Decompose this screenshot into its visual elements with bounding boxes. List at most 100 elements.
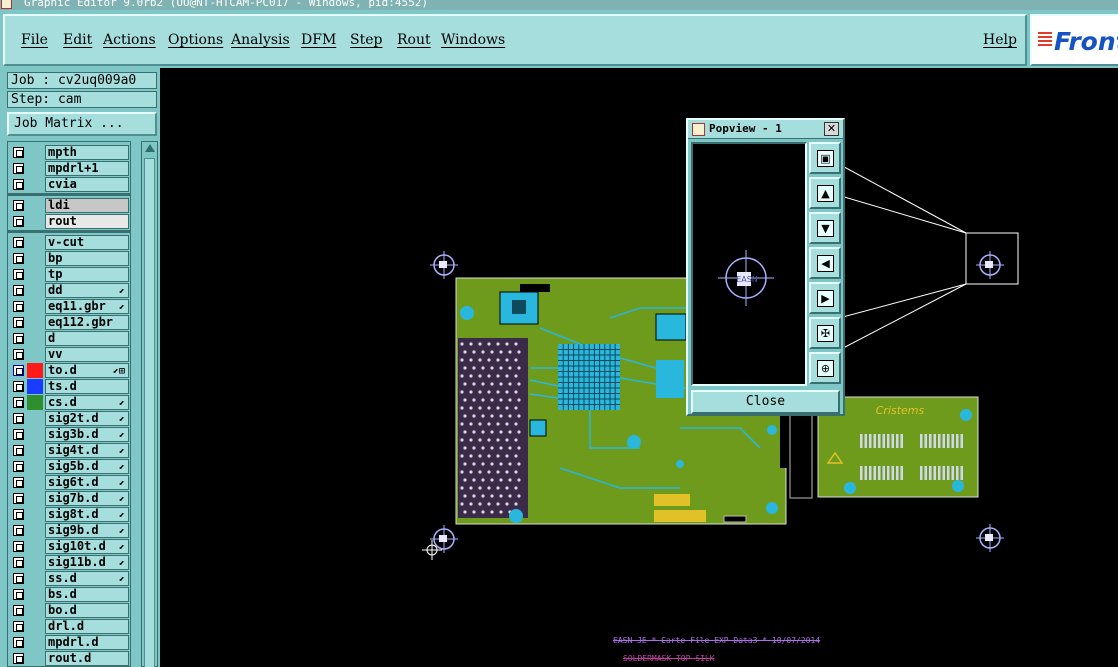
graphic-canvas[interactable]: Cristems EASN JE * Carte File EXP Data3 … [160,68,1118,667]
layer-affected-checkbox[interactable] [13,397,24,408]
menu-rout[interactable]: Rout [397,32,431,48]
layer-affected-checkbox[interactable] [13,477,24,488]
layer-row[interactable]: drl.d [8,619,130,634]
layer-row[interactable]: sig10t.d ⬋ [8,539,130,554]
popview-close-x-button[interactable]: ✕ [824,122,839,136]
layer-name[interactable]: cs.d ⬋ [45,395,129,410]
layer-name[interactable]: sig7b.d ⬋ [45,491,129,506]
layer-name[interactable]: sig11b.d ⬋ [45,555,129,570]
layer-name[interactable]: ss.d ⬋ [45,571,129,586]
layer-color-swatch[interactable] [27,363,43,378]
layer-affected-checkbox[interactable] [13,509,24,520]
menu-windows[interactable]: Windows [441,32,505,48]
layer-row[interactable]: rout.d [8,651,130,666]
layer-row[interactable]: sig6t.d ⬋ [8,475,130,490]
layer-row[interactable]: sig5b.d ⬋ [8,459,130,474]
layer-name[interactable]: vv [45,347,129,362]
layer-name[interactable]: sig5b.d ⬋ [45,459,129,474]
layer-name[interactable]: sig3b.d ⬋ [45,427,129,442]
layer-affected-checkbox[interactable] [13,605,24,616]
menu-help[interactable]: Help [983,32,1017,48]
layer-row[interactable]: eq112.gbr [8,315,130,330]
layer-affected-checkbox[interactable] [13,253,24,264]
pan-right-button[interactable]: ▶ [809,282,841,314]
layer-affected-checkbox[interactable] [13,269,24,280]
layer-affected-checkbox[interactable] [13,445,24,456]
scrollbar-thumb[interactable] [144,158,155,667]
layer-affected-checkbox[interactable] [13,541,24,552]
layer-row[interactable]: dd ⬋ [8,283,130,298]
menu-dfm[interactable]: DFM [301,32,336,48]
job-matrix-button[interactable]: Job Matrix ... [7,112,157,136]
zoom-out-button[interactable]: ✠ [809,317,841,349]
layer-affected-checkbox[interactable] [13,333,24,344]
layer-name[interactable]: sig10t.d ⬋ [45,539,129,554]
scroll-up-arrow-icon[interactable] [145,144,155,152]
layer-name[interactable]: sig2t.d ⬋ [45,411,129,426]
layer-name[interactable]: to.d ⬋⊞ [45,363,129,378]
layer-name[interactable]: drl.d [45,619,129,634]
layer-row[interactable]: ts.d [8,379,130,394]
layer-name[interactable]: bp [45,251,129,266]
layer-row[interactable]: sig7b.d ⬋ [8,491,130,506]
layer-row[interactable]: rout [8,214,130,229]
layer-name[interactable]: sig6t.d ⬋ [45,475,129,490]
layer-name[interactable]: cvia [45,177,129,192]
layer-affected-checkbox[interactable] [13,413,24,424]
layer-affected-checkbox[interactable] [13,525,24,536]
layer-color-swatch[interactable] [27,379,43,394]
layer-name[interactable]: d [45,331,129,346]
popview-viewport[interactable]: EASN [691,142,807,386]
pan-up-button[interactable]: ▲ [809,177,841,209]
layer-affected-checkbox[interactable] [13,200,24,211]
layer-affected-checkbox[interactable] [13,573,24,584]
layer-row[interactable]: sig11b.d ⬋ [8,555,130,570]
pan-left-button[interactable]: ◀ [809,247,841,279]
layer-name[interactable]: mpdrl+1 [45,161,129,176]
layer-affected-checkbox[interactable] [13,653,24,664]
layer-name[interactable]: bs.d [45,587,129,602]
layer-affected-checkbox[interactable] [13,589,24,600]
layer-affected-checkbox[interactable] [13,237,24,248]
pan-down-button[interactable]: ▼ [809,212,841,244]
layer-row[interactable]: mpth [8,145,130,160]
layer-affected-checkbox[interactable] [13,557,24,568]
layer-affected-checkbox[interactable] [13,349,24,360]
layer-name[interactable]: rout.d [45,651,129,666]
layer-list-scrollbar[interactable] [141,141,158,667]
layer-affected-checkbox[interactable] [13,429,24,440]
zoom-fit-button[interactable]: ▣ [809,142,841,174]
layer-row[interactable]: mpdrl+1 [8,161,130,176]
popview-close-button[interactable]: Close [691,390,840,414]
layer-affected-checkbox[interactable] [13,285,24,296]
layer-row[interactable]: v-cut [8,235,130,250]
layer-row[interactable]: tp [8,267,130,282]
menu-actions[interactable]: Actions [103,32,156,48]
layer-row[interactable]: sig3b.d ⬋ [8,427,130,442]
layer-name[interactable]: sig4t.d ⬋ [45,443,129,458]
layer-row[interactable]: eq11.gbr ⬋ [8,299,130,314]
layer-row[interactable]: sig9b.d ⬋ [8,523,130,538]
layer-affected-checkbox[interactable] [13,179,24,190]
layer-affected-checkbox[interactable] [13,637,24,648]
layer-color-swatch[interactable] [27,395,43,410]
layer-affected-checkbox[interactable] [13,216,24,227]
layer-affected-checkbox[interactable] [13,301,24,312]
layer-name[interactable]: v-cut [45,235,129,250]
layer-affected-checkbox[interactable] [13,365,24,376]
layer-affected-checkbox[interactable] [13,317,24,328]
layer-affected-checkbox[interactable] [13,381,24,392]
layer-affected-checkbox[interactable] [13,461,24,472]
layer-name[interactable]: mpdrl.d [45,635,129,650]
layer-affected-checkbox[interactable] [13,147,24,158]
layer-row[interactable]: bs.d [8,587,130,602]
layer-name[interactable]: eq112.gbr [45,315,129,330]
layer-row[interactable]: bo.d [8,603,130,618]
layer-row[interactable]: cvia [8,177,130,192]
menu-options[interactable]: Options [168,32,223,48]
layer-name[interactable]: dd ⬋ [45,283,129,298]
menu-step[interactable]: Step [350,32,382,48]
zoom-in-button[interactable]: ⊕ [809,352,841,384]
layer-affected-checkbox[interactable] [13,163,24,174]
layer-row[interactable]: vv [8,347,130,362]
